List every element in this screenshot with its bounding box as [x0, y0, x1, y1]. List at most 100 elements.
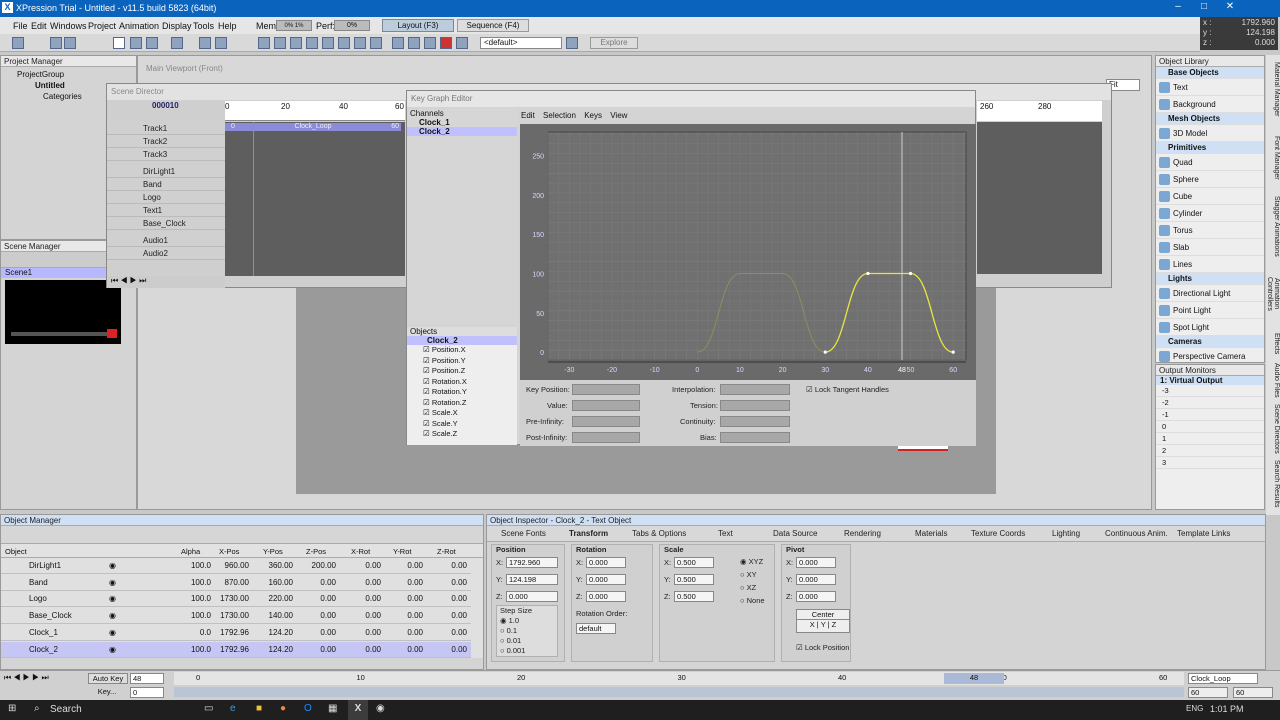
- store-icon[interactable]: ▦: [328, 703, 337, 714]
- menu-edit[interactable]: Edit: [31, 21, 47, 31]
- scale-lock-xy[interactable]: ○ XY: [740, 570, 757, 579]
- position-y-field[interactable]: 124.198: [506, 574, 558, 585]
- kge-menu-edit[interactable]: Edit: [521, 111, 535, 120]
- object-clock-2[interactable]: Clock_2: [407, 336, 517, 345]
- interpolation-select[interactable]: [720, 384, 790, 395]
- new-icon[interactable]: [12, 37, 24, 49]
- side-tab[interactable]: Audio Files: [1267, 361, 1280, 399]
- end-frame-b[interactable]: 60: [1233, 687, 1273, 698]
- key-value[interactable]: 0: [130, 687, 164, 698]
- scale-icon[interactable]: [171, 37, 183, 49]
- track-row[interactable]: Band: [107, 178, 225, 191]
- om-row[interactable]: Band 100.0 870.00 160.00 0.00 0.00 0.00 0.00 ◉: [1, 575, 471, 591]
- object-prop-item[interactable]: ☑ Position.X: [407, 345, 517, 356]
- auto-key-button[interactable]: Auto Key: [88, 673, 128, 684]
- folder-icon[interactable]: ■: [256, 703, 262, 714]
- om-col-header[interactable]: Z-Rot: [437, 547, 456, 556]
- menu-animation[interactable]: Animation: [119, 21, 159, 31]
- layout-button[interactable]: Layout (F3): [382, 19, 454, 32]
- rotation-z-field[interactable]: 0.000: [586, 591, 626, 602]
- pivot-y-field[interactable]: 0.000: [796, 574, 836, 585]
- taskbar-search[interactable]: Search: [50, 704, 82, 715]
- menu-display[interactable]: Display: [162, 21, 192, 31]
- close-button[interactable]: ✕: [1218, 1, 1242, 12]
- monitor-row[interactable]: -2: [1156, 397, 1264, 409]
- channel-clock-2[interactable]: Clock_2: [407, 127, 517, 136]
- om-col-header[interactable]: X-Pos: [219, 547, 239, 556]
- select-icon[interactable]: [113, 37, 125, 49]
- inspector-tab[interactable]: Continuous Anim.: [1105, 529, 1168, 538]
- pivot-x-field[interactable]: 0.000: [796, 557, 836, 568]
- track-row[interactable]: Text1: [107, 204, 225, 217]
- bias-field[interactable]: [720, 432, 790, 443]
- transport-controls[interactable]: ⏮ ◀ ▶ ⏭: [107, 276, 225, 288]
- side-tab[interactable]: Stagger Animations: [1267, 193, 1280, 259]
- kge-menu-selection[interactable]: Selection: [543, 111, 576, 120]
- layout-grid-icon[interactable]: [392, 37, 404, 49]
- step-0-001[interactable]: ○ 0.001: [500, 646, 525, 655]
- timeline-range-bar[interactable]: [174, 687, 1184, 697]
- align-left-icon[interactable]: [258, 37, 270, 49]
- library-item[interactable]: Spot Light: [1156, 319, 1264, 336]
- language-indicator[interactable]: ENG: [1186, 704, 1203, 713]
- key-graph-chart[interactable]: 0 50 100 150 200 250 -30 -20 -10 0 10 20 30 40 50 60 48: [520, 124, 976, 380]
- library-category[interactable]: Cameras: [1156, 336, 1264, 348]
- clip-clock-loop[interactable]: 0 Clock_Loop 60: [225, 123, 401, 131]
- position-x-field[interactable]: 1792.960: [506, 557, 558, 568]
- side-tab[interactable]: Search Results: [1267, 459, 1280, 509]
- visibility-eye-icon[interactable]: ◉: [109, 642, 116, 658]
- track-row[interactable]: Base_Clock: [107, 217, 225, 230]
- library-item[interactable]: Slab: [1156, 239, 1264, 256]
- om-col-header[interactable]: X-Rot: [351, 547, 370, 556]
- library-item[interactable]: Directional Light: [1156, 285, 1264, 302]
- pre-infinity-select[interactable]: [572, 416, 640, 427]
- scale-lock-xyz[interactable]: ◉ XYZ: [740, 557, 763, 566]
- side-tab[interactable]: Animation Controllers: [1266, 261, 1280, 327]
- menu-project[interactable]: Project: [88, 21, 116, 31]
- search-icon[interactable]: ⌕: [34, 703, 40, 714]
- undo-icon[interactable]: [199, 37, 211, 49]
- explore-button[interactable]: Explore: [590, 37, 638, 49]
- align-center-icon[interactable]: [274, 37, 286, 49]
- scene-thumbnail[interactable]: [5, 280, 121, 344]
- virtual-output[interactable]: 1: Virtual Output: [1156, 376, 1264, 385]
- inspector-tab[interactable]: Template Links: [1177, 529, 1230, 538]
- continuity-field[interactable]: [720, 416, 790, 427]
- step-1[interactable]: ◉ 1.0: [500, 616, 519, 625]
- inspector-tab[interactable]: Materials: [915, 529, 947, 538]
- move-icon[interactable]: [130, 37, 142, 49]
- track-row[interactable]: Audio2: [107, 247, 225, 260]
- scale-lock-none[interactable]: ○ None: [740, 596, 765, 605]
- om-col-header[interactable]: Y-Pos: [263, 547, 283, 556]
- obs-icon[interactable]: ◉: [376, 703, 385, 714]
- library-item[interactable]: 3D Model: [1156, 125, 1264, 142]
- tension-field[interactable]: [720, 400, 790, 411]
- xpression-task-icon[interactable]: X: [348, 700, 368, 720]
- inspector-tab[interactable]: Texture Coords: [971, 529, 1025, 538]
- lock-tangent-checkbox[interactable]: ☑ Lock Tangent Handles: [806, 385, 889, 394]
- maximize-button[interactable]: □: [1192, 1, 1216, 12]
- record-icon[interactable]: [440, 37, 452, 49]
- redo-icon[interactable]: [215, 37, 227, 49]
- om-row[interactable]: Clock_1 0.0 1792.96 124.20 0.00 0.00 0.00 0.00 ◉: [1, 625, 471, 641]
- library-item[interactable]: Point Light: [1156, 302, 1264, 319]
- track-row[interactable]: Logo: [107, 191, 225, 204]
- track-row[interactable]: DirLight1: [107, 165, 225, 178]
- scale-x-field[interactable]: 0.500: [674, 557, 714, 568]
- side-tab[interactable]: Material Manager: [1267, 55, 1280, 123]
- object-prop-item[interactable]: ☑ Position.Y: [407, 356, 517, 367]
- library-category[interactable]: Lights: [1156, 273, 1264, 285]
- rotate-icon[interactable]: [146, 37, 158, 49]
- step-0-01[interactable]: ○ 0.01: [500, 636, 521, 645]
- om-row[interactable]: Clock_2 100.0 1792.96 124.20 0.00 0.00 0.00 0.0…: [1, 641, 471, 658]
- position-z-field[interactable]: 0.000: [506, 591, 558, 602]
- library-category[interactable]: Mesh Objects: [1156, 113, 1264, 125]
- scale-y-field[interactable]: 0.500: [674, 574, 714, 585]
- end-frame-a[interactable]: 60: [1188, 687, 1228, 698]
- visibility-eye-icon[interactable]: ◉: [109, 625, 116, 641]
- om-row[interactable]: Logo 100.0 1730.00 220.00 0.00 0.00 0.00 0.00 ◉: [1, 591, 471, 608]
- distribute-v-icon[interactable]: [370, 37, 382, 49]
- monitor-row[interactable]: 2: [1156, 445, 1264, 457]
- key-position-field[interactable]: [572, 384, 640, 395]
- menu-file[interactable]: File: [13, 21, 28, 31]
